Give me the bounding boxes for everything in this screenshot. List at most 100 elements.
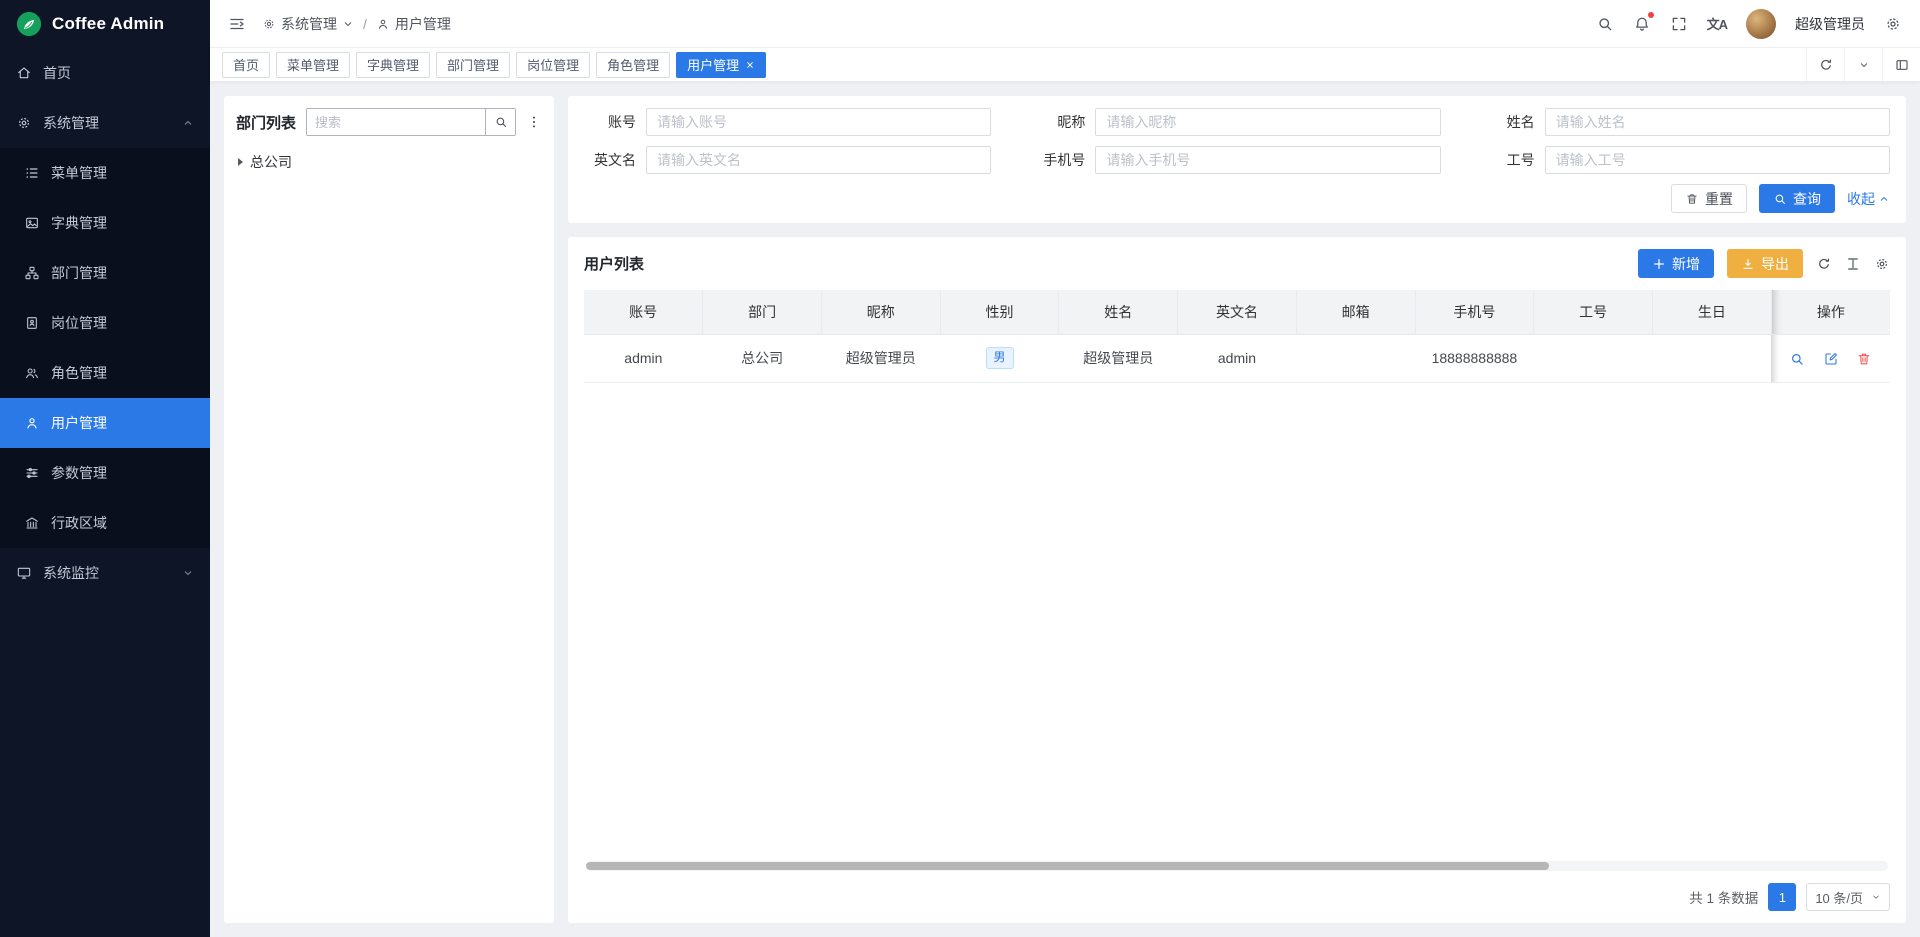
- layout-toggle-button[interactable]: [1882, 48, 1920, 81]
- sidebar-item-label: 首页: [43, 63, 71, 83]
- cell-en-name: admin: [1178, 334, 1297, 382]
- view-user-button[interactable]: [1789, 351, 1805, 367]
- en-name-input[interactable]: [646, 146, 991, 174]
- tab-label: 首页: [233, 55, 259, 74]
- reset-button[interactable]: 重置: [1671, 184, 1747, 213]
- global-search-button[interactable]: [1596, 15, 1614, 33]
- expand-icon: [1670, 15, 1688, 33]
- tab-label: 部门管理: [447, 55, 499, 74]
- sidebar-item-label: 系统监控: [43, 563, 99, 583]
- menu-fold-icon: [228, 15, 246, 33]
- top-header: 系统管理 / 用户管理 文A 超级管理员: [210, 0, 1920, 48]
- sliders-icon: [24, 465, 40, 481]
- search-icon: [1773, 192, 1787, 206]
- search-icon: [494, 115, 508, 129]
- app-logo[interactable]: Coffee Admin: [0, 0, 210, 48]
- table-settings-button[interactable]: [1874, 256, 1890, 272]
- sidebar-item-region-mgmt[interactable]: 行政区域: [0, 498, 210, 548]
- sidebar-item-role-mgmt[interactable]: 角色管理: [0, 348, 210, 398]
- tab-menu-mgmt[interactable]: 菜单管理: [276, 52, 350, 78]
- breadcrumb-separator: /: [363, 16, 367, 32]
- sidebar-item-label: 系统管理: [43, 113, 99, 133]
- trash-icon: [1685, 192, 1699, 206]
- gear-icon: [16, 115, 32, 131]
- sidebar-item-post-mgmt[interactable]: 岗位管理: [0, 298, 210, 348]
- department-more-button[interactable]: [526, 114, 542, 130]
- filter-field-work-no: 工号: [1483, 146, 1890, 174]
- column-header-email: 邮箱: [1296, 290, 1415, 334]
- tab-dict-mgmt[interactable]: 字典管理: [356, 52, 430, 78]
- refresh-table-button[interactable]: [1816, 256, 1832, 272]
- column-header-work-no: 工号: [1534, 290, 1653, 334]
- scrollbar-thumb[interactable]: [586, 862, 1549, 870]
- page-number-button[interactable]: 1: [1768, 883, 1796, 911]
- tab-user-mgmt[interactable]: 用户管理: [676, 52, 766, 78]
- sidebar-item-menu-mgmt[interactable]: 菜单管理: [0, 148, 210, 198]
- language-switch-button[interactable]: 文A: [1707, 14, 1727, 33]
- tab-dept-mgmt[interactable]: 部门管理: [436, 52, 510, 78]
- table-header-row: 账号 部门 昵称 性别 姓名 英文名 邮箱 手机号 工号 生日 操作: [584, 290, 1890, 334]
- delete-user-button[interactable]: [1856, 351, 1872, 367]
- cell-actions: [1771, 334, 1890, 382]
- refresh-tab-button[interactable]: [1806, 48, 1844, 81]
- notifications-button[interactable]: [1633, 15, 1651, 33]
- row-density-button[interactable]: [1845, 256, 1861, 272]
- breadcrumb-item-user-mgmt[interactable]: 用户管理: [376, 14, 451, 34]
- name-input[interactable]: [1545, 108, 1890, 136]
- sidebar-item-home[interactable]: 首页: [0, 48, 210, 98]
- tab-label: 用户管理: [687, 55, 739, 74]
- breadcrumb-item-system[interactable]: 系统管理: [262, 14, 354, 34]
- export-button[interactable]: 导出: [1727, 249, 1803, 278]
- tree-node-root[interactable]: 总公司: [236, 150, 542, 174]
- sidebar-item-param-mgmt[interactable]: 参数管理: [0, 448, 210, 498]
- sidebar-item-dept-mgmt[interactable]: 部门管理: [0, 248, 210, 298]
- phone-input[interactable]: [1095, 146, 1440, 174]
- filter-actions: 重置 查询 收起: [584, 184, 1890, 213]
- department-search-input[interactable]: [307, 109, 485, 135]
- work-no-input[interactable]: [1545, 146, 1890, 174]
- tab-post-mgmt[interactable]: 岗位管理: [516, 52, 590, 78]
- tab-role-mgmt[interactable]: 角色管理: [596, 52, 670, 78]
- sidebar-item-system-monitor[interactable]: 系统监控: [0, 548, 210, 598]
- sidebar-item-label: 部门管理: [51, 263, 107, 283]
- edit-user-button[interactable]: [1823, 351, 1839, 367]
- sidebar-item-user-mgmt[interactable]: 用户管理: [0, 398, 210, 448]
- sidebar: Coffee Admin 首页 系统管理 菜单管理 字典管理 部门管理: [0, 0, 210, 937]
- chevron-down-icon: [342, 18, 354, 30]
- breadcrumb-label: 用户管理: [395, 14, 451, 34]
- notification-dot: [1648, 12, 1654, 18]
- gear-icon: [262, 17, 276, 31]
- sidebar-item-system-mgmt[interactable]: 系统管理: [0, 98, 210, 148]
- query-button[interactable]: 查询: [1759, 184, 1835, 213]
- fullscreen-button[interactable]: [1670, 15, 1688, 33]
- account-input[interactable]: [646, 108, 991, 136]
- department-panel-header: 部门列表: [236, 108, 542, 136]
- filter-field-en-name: 英文名: [584, 146, 991, 174]
- user-list-header: 用户列表 新增 导出: [584, 249, 1890, 278]
- nickname-input[interactable]: [1095, 108, 1440, 136]
- collapse-sidebar-button[interactable]: [228, 15, 246, 33]
- cell-dept: 总公司: [703, 334, 822, 382]
- department-search-button[interactable]: [485, 109, 515, 135]
- user-avatar[interactable]: [1746, 9, 1776, 39]
- refresh-icon: [1818, 57, 1834, 73]
- search-filter-panel: 账号 昵称 姓名 英文名: [568, 96, 1906, 223]
- cell-email: [1296, 334, 1415, 382]
- horizontal-scrollbar[interactable]: [586, 861, 1888, 871]
- home-icon: [16, 65, 32, 81]
- close-icon[interactable]: [745, 60, 755, 70]
- sidebar-item-label: 用户管理: [51, 413, 107, 433]
- add-user-button[interactable]: 新增: [1638, 249, 1714, 278]
- tab-home[interactable]: 首页: [222, 52, 270, 78]
- add-button-label: 新增: [1672, 254, 1700, 274]
- trash-icon: [1856, 351, 1872, 367]
- tab-options-button[interactable]: [1844, 48, 1882, 81]
- caret-right-icon[interactable]: [238, 158, 243, 166]
- current-username[interactable]: 超级管理员: [1795, 14, 1865, 34]
- sidebar-item-dict-mgmt[interactable]: 字典管理: [0, 198, 210, 248]
- collapse-filters-link[interactable]: 收起: [1847, 189, 1890, 209]
- tab-label: 菜单管理: [287, 55, 339, 74]
- field-label: 工号: [1483, 150, 1545, 170]
- settings-button[interactable]: [1884, 15, 1902, 33]
- page-size-select[interactable]: 10 条/页: [1806, 883, 1890, 911]
